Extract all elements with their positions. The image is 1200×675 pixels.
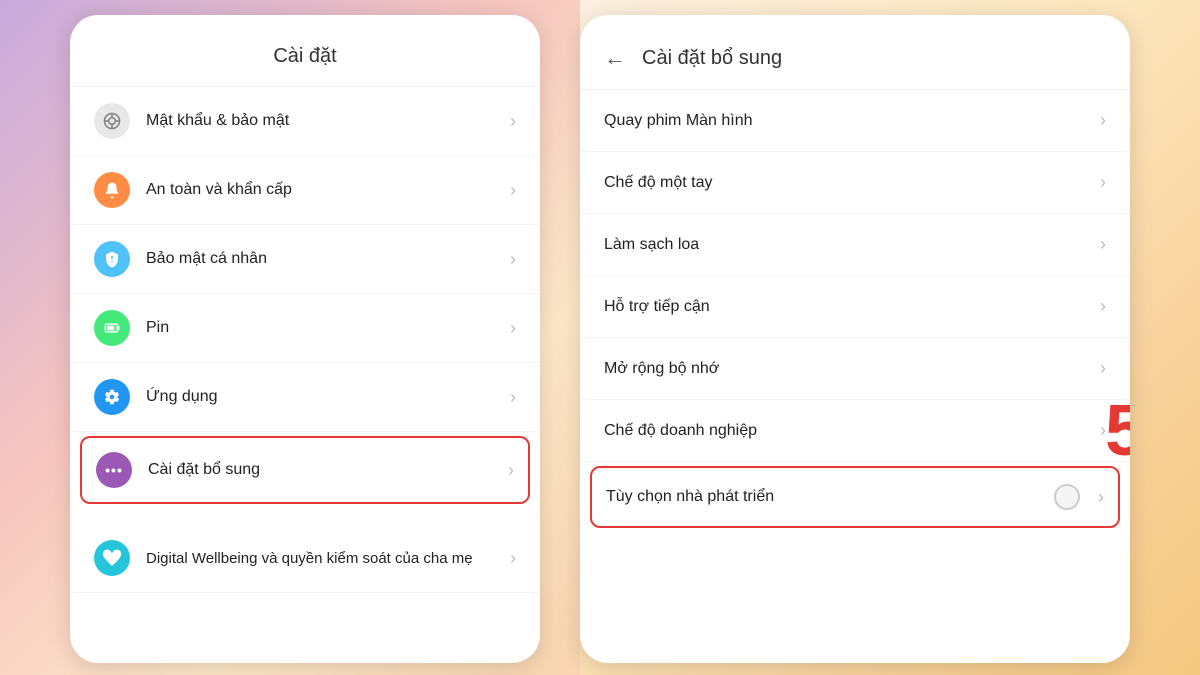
settings-item-battery[interactable]: Pin ›: [70, 294, 540, 363]
emergency-chevron: ›: [510, 180, 516, 201]
right-phone-panel: ← Cài đặt bổ sung Quay phim Màn hình › C…: [580, 15, 1130, 663]
right-item-developer[interactable]: Tùy chọn nhà phát triển ›: [590, 466, 1120, 528]
left-panel-title: Cài đặt: [70, 15, 540, 87]
wellbeing-icon: [94, 540, 130, 576]
battery-chevron: ›: [510, 318, 516, 339]
additional-label: Cài đặt bổ sung: [148, 461, 500, 479]
settings-item-apps[interactable]: Ứng dụng › 4: [70, 363, 540, 432]
one-hand-label: Chế độ một tay: [604, 174, 1092, 192]
additional-chevron: ›: [508, 460, 514, 481]
left-phone-panel: Cài đặt Mật khẩu & bảo mật ›: [70, 15, 540, 663]
one-hand-chevron: ›: [1100, 172, 1106, 193]
apps-icon: [94, 379, 130, 415]
wellbeing-chevron: ›: [510, 548, 516, 569]
settings-list: Mật khẩu & bảo mật › An toàn và khẩn cấp…: [70, 87, 540, 593]
settings-item-emergency[interactable]: An toàn và khẩn cấp ›: [70, 156, 540, 225]
settings-item-privacy[interactable]: Bảo mật cá nhân ›: [70, 225, 540, 294]
right-item-enterprise[interactable]: Chế độ doanh nghiệp 5 ›: [580, 400, 1130, 462]
enterprise-label: Chế độ doanh nghiệp: [604, 422, 1092, 440]
settings-item-security[interactable]: Mật khẩu & bảo mật ›: [70, 87, 540, 156]
screen-record-label: Quay phim Màn hình: [604, 112, 1092, 130]
wellbeing-label: Digital Wellbeing và quyền kiểm soát của…: [146, 548, 502, 569]
expand-memory-label: Mở rộng bộ nhớ: [604, 360, 1092, 378]
accessibility-chevron: ›: [1100, 296, 1106, 317]
step-5-number: 5: [1105, 395, 1130, 467]
apps-chevron: ›: [510, 387, 516, 408]
right-item-clean-speaker[interactable]: Làm sạch loa ›: [580, 214, 1130, 276]
developer-chevron: ›: [1098, 487, 1104, 508]
expand-memory-chevron: ›: [1100, 358, 1106, 379]
developer-toggle[interactable]: [1054, 484, 1080, 510]
privacy-icon: [94, 241, 130, 277]
additional-icon: •••: [96, 452, 132, 488]
right-settings-list: Quay phim Màn hình › Chế độ một tay › Là…: [580, 90, 1130, 528]
privacy-label: Bảo mật cá nhân: [146, 250, 502, 268]
right-item-expand-memory[interactable]: Mở rộng bộ nhớ ›: [580, 338, 1130, 400]
clean-speaker-chevron: ›: [1100, 234, 1106, 255]
emergency-label: An toàn và khẩn cấp: [146, 181, 502, 199]
accessibility-label: Hỗ trợ tiếp cận: [604, 298, 1092, 316]
clean-speaker-label: Làm sạch loa: [604, 236, 1092, 254]
right-item-screen-record[interactable]: Quay phim Màn hình ›: [580, 90, 1130, 152]
right-item-accessibility[interactable]: Hỗ trợ tiếp cận ›: [580, 276, 1130, 338]
back-button[interactable]: ←: [604, 45, 626, 71]
apps-label: Ứng dụng: [146, 388, 502, 406]
security-chevron: ›: [510, 111, 516, 132]
battery-label: Pin: [146, 319, 502, 337]
right-item-one-hand[interactable]: Chế độ một tay ›: [580, 152, 1130, 214]
developer-label: Tùy chọn nhà phát triển: [606, 488, 1054, 506]
battery-icon: [94, 310, 130, 346]
privacy-chevron: ›: [510, 249, 516, 270]
security-label: Mật khẩu & bảo mật: [146, 112, 502, 130]
security-icon: [94, 103, 130, 139]
screen-record-chevron: ›: [1100, 110, 1106, 131]
right-panel-title: Cài đặt bổ sung: [642, 47, 782, 70]
emergency-icon: [94, 172, 130, 208]
right-header: ← Cài đặt bổ sung: [580, 15, 1130, 90]
settings-item-additional[interactable]: ••• Cài đặt bổ sung ›: [80, 436, 530, 504]
settings-item-wellbeing[interactable]: Digital Wellbeing và quyền kiểm soát của…: [70, 524, 540, 593]
